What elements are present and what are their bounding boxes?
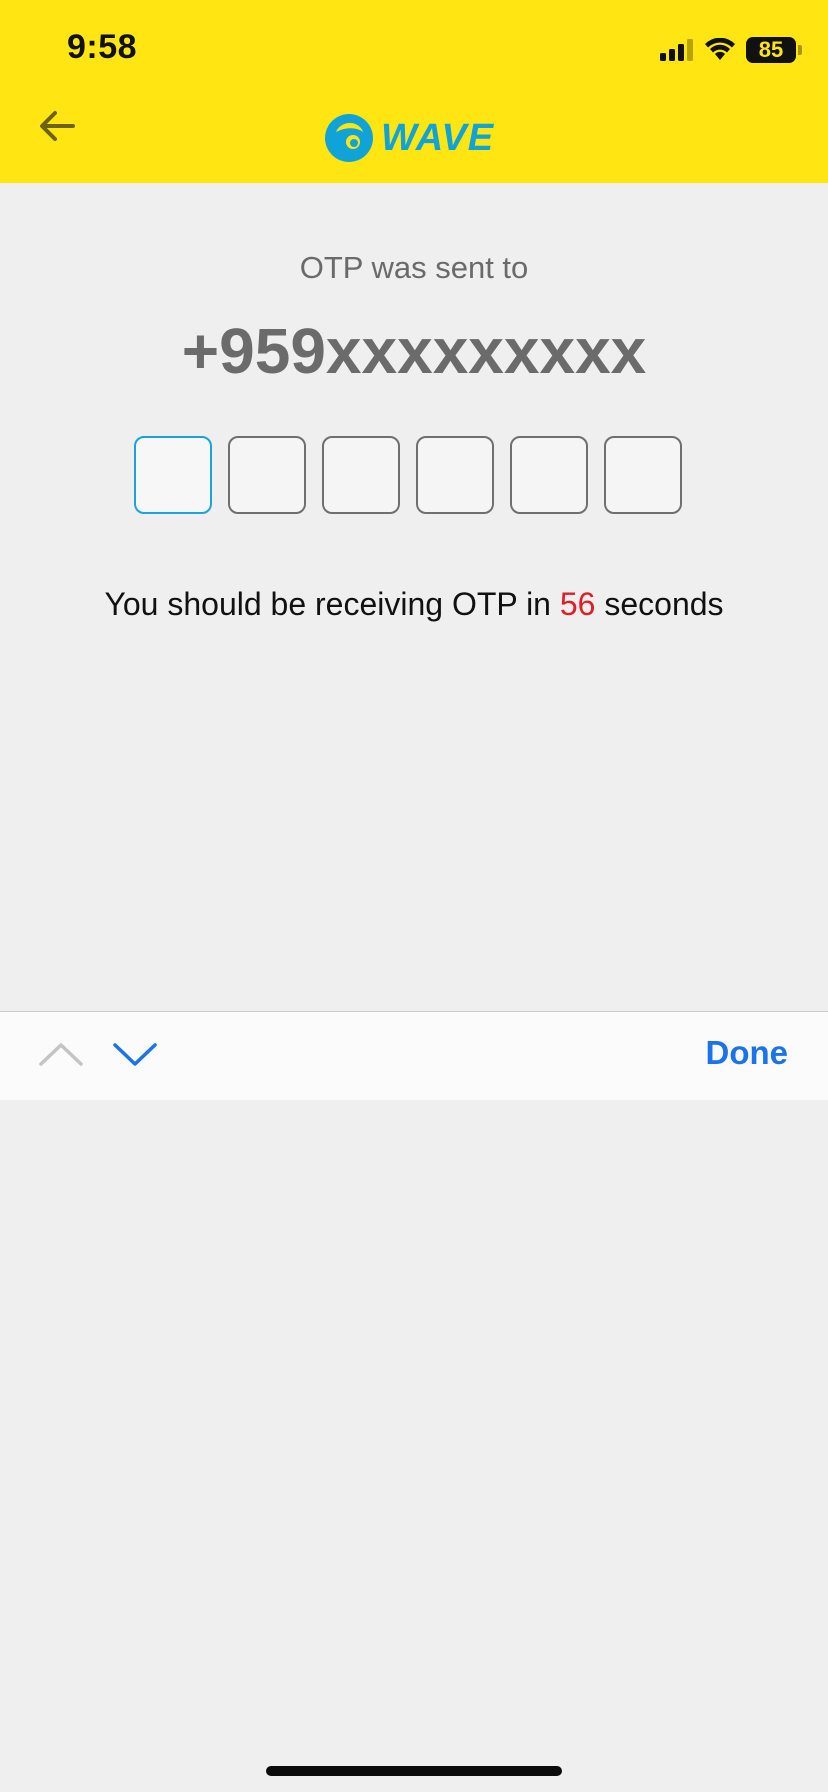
keyboard-area bbox=[0, 1100, 828, 1792]
otp-digit-2[interactable] bbox=[228, 436, 306, 514]
wave-logo-text: WAVE bbox=[381, 116, 495, 159]
countdown-prefix: You should be receiving OTP in bbox=[104, 586, 560, 622]
battery-level: 85 bbox=[758, 37, 784, 62]
status-time: 9:58 bbox=[67, 28, 138, 66]
home-indicator[interactable] bbox=[266, 1766, 562, 1776]
otp-countdown-text: You should be receiving OTP in 56 second… bbox=[0, 586, 828, 623]
wave-logo: WAVE bbox=[323, 112, 494, 164]
otp-digit-6[interactable] bbox=[604, 436, 682, 514]
chevron-up-icon[interactable] bbox=[38, 1032, 84, 1078]
status-icons: 85 bbox=[660, 34, 802, 66]
wave-logo-icon bbox=[325, 114, 373, 162]
countdown-seconds: 56 bbox=[559, 586, 596, 622]
otp-digit-4[interactable] bbox=[416, 436, 494, 514]
done-button[interactable]: Done bbox=[706, 1034, 789, 1072]
otp-digit-1[interactable] bbox=[134, 436, 212, 514]
battery-icon: 85 bbox=[746, 37, 802, 63]
countdown-suffix: seconds bbox=[595, 586, 724, 622]
arrow-left-icon[interactable] bbox=[35, 104, 79, 148]
otp-sent-label: OTP was sent to bbox=[299, 250, 529, 285]
otp-input-group bbox=[134, 436, 682, 514]
keyboard-toolbar: Done bbox=[0, 1011, 828, 1100]
signal-icon bbox=[660, 39, 693, 61]
otp-digit-5[interactable] bbox=[510, 436, 588, 514]
app-header: 9:58 85 WAVE bbox=[0, 0, 828, 183]
chevron-down-icon[interactable] bbox=[112, 1032, 158, 1078]
wifi-icon bbox=[705, 38, 735, 60]
phone-number: +959xxxxxxxxx bbox=[181, 315, 647, 387]
otp-digit-3[interactable] bbox=[322, 436, 400, 514]
